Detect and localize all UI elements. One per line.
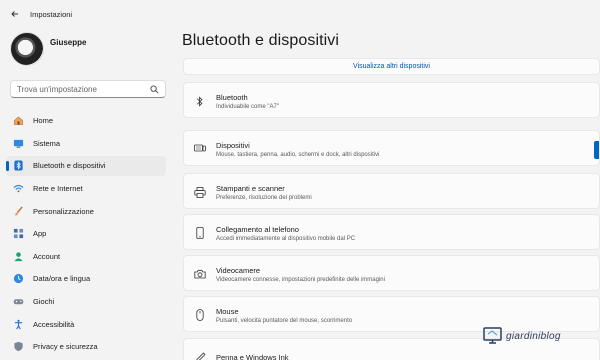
devices-icon	[194, 143, 206, 155]
row-title: Collegamento al telefono	[216, 224, 299, 234]
watermark-text: giardiniblog	[506, 330, 561, 342]
row-title: Mouse	[216, 306, 239, 316]
row-devices[interactable]: Dispositivi Mouse, tastiera, penna, audio…	[183, 130, 600, 166]
sidebar-item-brush[interactable]: Personalizzazione	[6, 201, 166, 221]
bluetooth-subtitle: Individuabile come "A7"	[216, 103, 279, 110]
search-box	[10, 80, 166, 98]
sidebar: Giuseppe Home Sistema Bluetooth e disposit…	[0, 28, 170, 360]
row-subtitle: Preferenze, risoluzione dei problemi	[216, 194, 312, 201]
camera-icon	[194, 268, 206, 280]
sidebar-item-label: Bluetooth e dispositivi	[33, 161, 106, 171]
sidebar-item-label: Sistema	[33, 138, 61, 148]
sidebar-item-home[interactable]: Home	[6, 111, 166, 131]
search-icon[interactable]	[150, 84, 159, 94]
bluetooth-title: Bluetooth	[216, 92, 248, 102]
sidebar-item-label: Home	[33, 116, 54, 126]
sidebar-item-label: Personalizzazione	[33, 206, 94, 216]
accessibility-icon	[13, 319, 24, 330]
printer-icon	[194, 186, 206, 198]
account-icon	[13, 251, 24, 262]
sidebar-item-label: Privacy e sicurezza	[33, 342, 98, 352]
row-title: Penna e Windows Ink	[216, 352, 289, 360]
sidebar-nav: Home Sistema Bluetooth e dispositivi Rete e…	[6, 111, 166, 360]
search-input[interactable]	[17, 84, 150, 94]
row-subtitle: Pulsanti, velocità puntatore del mouse, …	[216, 317, 353, 324]
bluetooth-icon	[13, 160, 24, 172]
sidebar-item-label: Data/ora e lingua	[33, 274, 91, 284]
sidebar-item-label: Giochi	[33, 297, 55, 307]
bluetooth-icon	[194, 95, 206, 107]
row-subtitle: Mouse, tastiera, penna, audio, schermi e…	[216, 151, 380, 158]
row-printer[interactable]: Stampanti e scanner Preferenze, risoluzio…	[183, 173, 600, 209]
sidebar-item-account[interactable]: Account	[6, 247, 166, 267]
pen-icon	[194, 351, 206, 360]
row-title: Dispositivi	[216, 140, 250, 150]
row-subtitle: Accedi immediatamente al dispositivo mob…	[216, 235, 356, 242]
sidebar-item-time-language[interactable]: Data/ora e lingua	[6, 269, 166, 289]
avatar	[10, 32, 44, 66]
sidebar-item-label: App	[33, 229, 47, 239]
privacy-shield-icon	[13, 341, 24, 352]
apps-icon	[13, 228, 24, 239]
more-devices-link[interactable]: Visualizza altri dispositivi	[353, 63, 430, 70]
sidebar-item-gaming[interactable]: Giochi	[6, 292, 166, 312]
sidebar-item-bluetooth[interactable]: Bluetooth e dispositivi	[6, 156, 166, 176]
network-icon	[13, 183, 24, 194]
gaming-icon	[13, 296, 24, 307]
row-title: Stampanti e scanner	[216, 183, 285, 193]
title-bar: Impostazioni	[0, 0, 600, 28]
sidebar-item-apps[interactable]: App	[6, 224, 166, 244]
row-title: Videocamere	[216, 265, 261, 275]
home-icon	[13, 115, 24, 126]
row-subtitle: Videocamere connesse, impostazioni prede…	[216, 276, 385, 283]
sidebar-item-accessibility[interactable]: Accessibilità	[6, 314, 166, 334]
sidebar-item-privacy-shield[interactable]: Privacy e sicurezza	[6, 337, 166, 357]
back-button[interactable]	[5, 4, 25, 24]
more-devices-card: Visualizza altri dispositivi	[183, 58, 600, 75]
brush-icon	[13, 206, 24, 217]
bluetooth-row[interactable]: Bluetooth Individuabile come "A7"	[183, 82, 600, 118]
sidebar-item-system[interactable]: Sistema	[6, 134, 166, 154]
sidebar-item-network[interactable]: Rete e Internet	[6, 179, 166, 199]
time-language-icon	[13, 273, 24, 284]
watermark-monitor-icon	[483, 327, 502, 344]
page-title: Bluetooth e dispositivi	[182, 32, 340, 49]
sidebar-item-label: Account	[33, 251, 61, 261]
row-camera[interactable]: Videocamere Videocamere connesse, imposta…	[183, 255, 600, 291]
system-icon	[13, 138, 24, 149]
expand-toggle-edge[interactable]	[594, 141, 599, 159]
watermark-logo: giardiniblog	[482, 324, 590, 348]
app-title: Impostazioni	[30, 9, 73, 19]
phone-icon	[194, 227, 206, 239]
sidebar-item-label: Accessibilità	[33, 319, 75, 329]
back-arrow-icon	[11, 11, 18, 17]
row-phone[interactable]: Collegamento al telefono Accedi immediata…	[183, 214, 600, 250]
profile-name: Giuseppe	[50, 37, 87, 47]
sidebar-item-label: Rete e Internet	[33, 184, 83, 194]
user-profile[interactable]: Giuseppe	[10, 32, 86, 66]
mouse-icon	[194, 309, 206, 321]
